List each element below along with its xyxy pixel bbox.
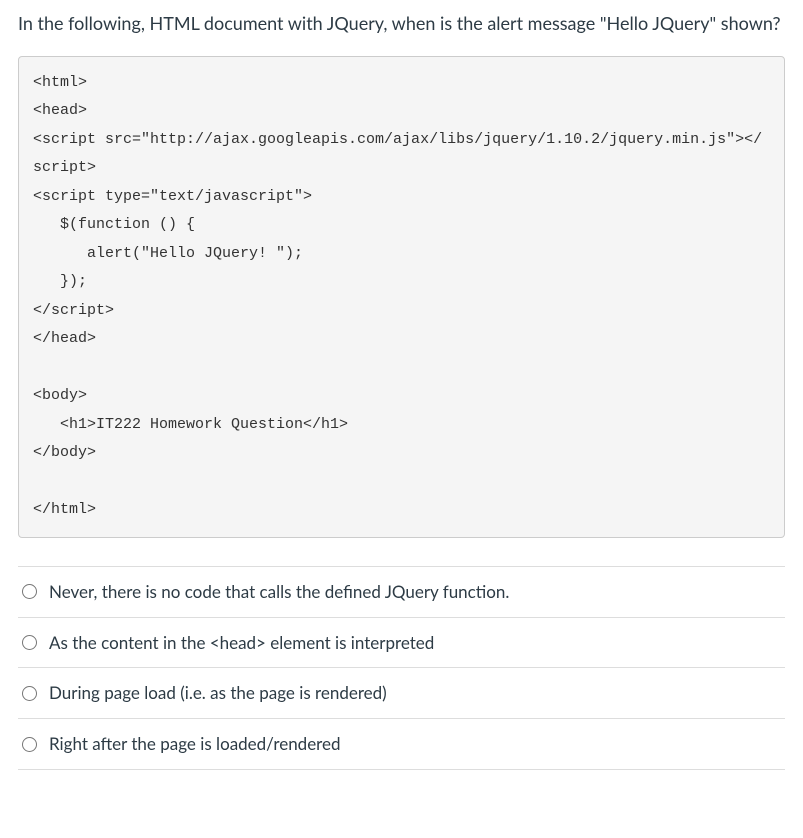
radio-input[interactable] [22, 635, 37, 650]
answer-option[interactable]: Right after the page is loaded/rendered [18, 719, 785, 770]
answer-option[interactable]: As the content in the <head> element is … [18, 618, 785, 669]
answer-label: As the content in the <head> element is … [49, 631, 434, 655]
answer-label: During page load (i.e. as the page is re… [49, 681, 387, 705]
answer-option[interactable]: During page load (i.e. as the page is re… [18, 668, 785, 719]
question-text: In the following, HTML document with JQu… [18, 10, 785, 38]
radio-input[interactable] [22, 686, 37, 701]
radio-input[interactable] [22, 737, 37, 752]
answer-label: Never, there is no code that calls the d… [49, 580, 509, 604]
answers-list: Never, there is no code that calls the d… [18, 566, 785, 770]
answer-label: Right after the page is loaded/rendered [49, 732, 341, 756]
answer-option[interactable]: Never, there is no code that calls the d… [18, 567, 785, 618]
radio-input[interactable] [22, 584, 37, 599]
code-block: <html> <head> <script src="http://ajax.g… [18, 56, 785, 538]
